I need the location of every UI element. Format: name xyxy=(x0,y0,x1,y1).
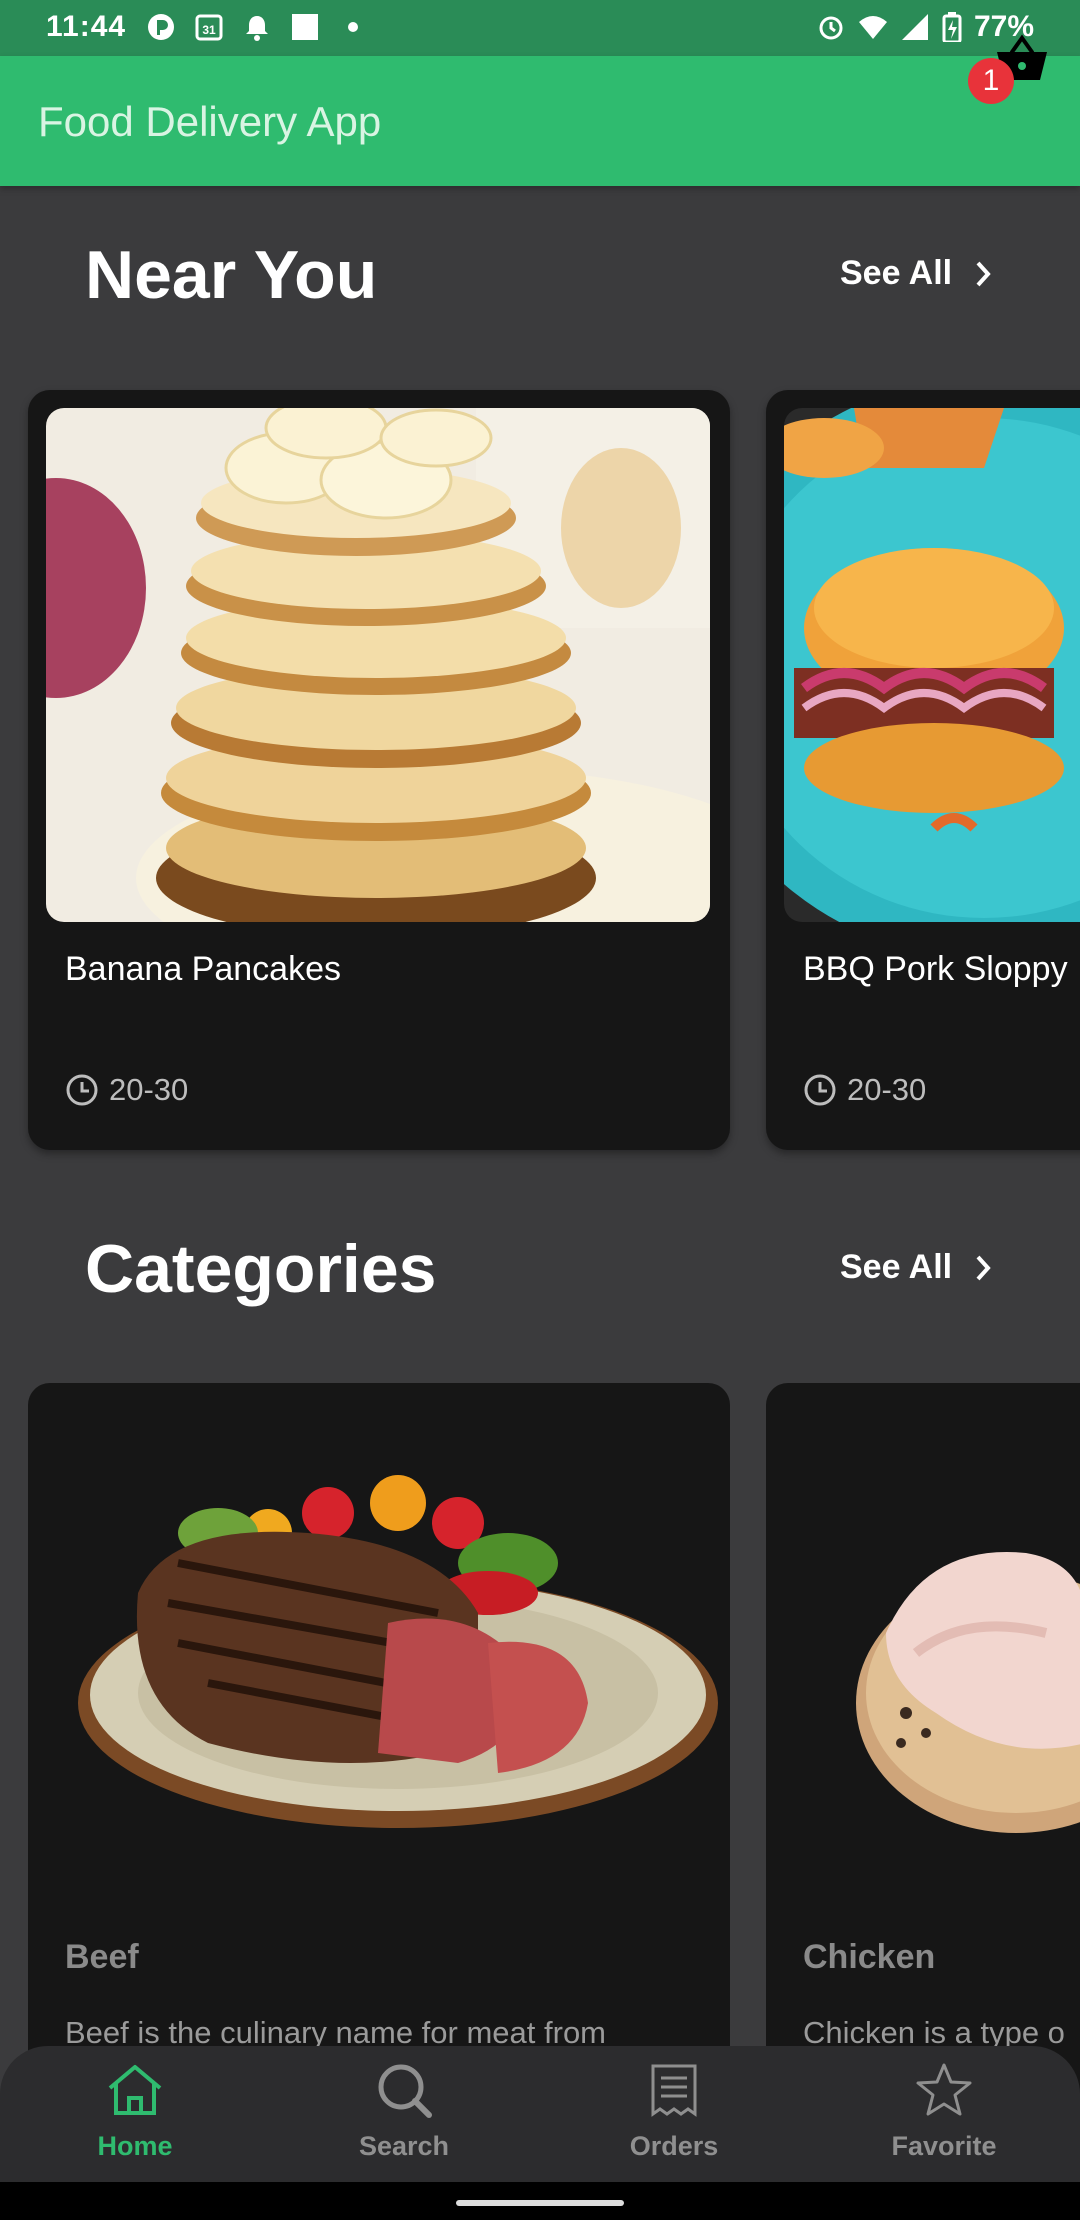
square-notification-icon xyxy=(292,14,318,40)
categories-see-all-button[interactable]: See All xyxy=(840,1248,994,1287)
status-bar: 11:44 31 77% xyxy=(0,0,1080,56)
nav-label: Search xyxy=(358,2131,450,2161)
nav-search[interactable]: Search xyxy=(304,2062,504,2162)
cart-badge: 1 xyxy=(968,58,1014,104)
clock-icon xyxy=(66,1074,98,1106)
status-time: 11:44 xyxy=(46,10,127,43)
nav-home[interactable]: Home xyxy=(35,2062,235,2162)
delivery-time: 20-30 xyxy=(65,1072,188,1108)
chevron-right-icon xyxy=(976,261,991,286)
bell-icon xyxy=(246,16,268,41)
app-bar: Food Delivery App xyxy=(0,56,1080,186)
delivery-time-value: 20-30 xyxy=(847,1072,927,1107)
home-icon xyxy=(108,2065,162,2115)
star-icon xyxy=(916,2063,972,2116)
nav-label: Orders xyxy=(629,2131,719,2161)
nav-orders[interactable]: Orders xyxy=(574,2062,774,2162)
notification-icons: 31 xyxy=(146,12,368,42)
search-icon xyxy=(378,2064,432,2118)
nav-favorite[interactable]: Favorite xyxy=(844,2062,1044,2162)
nav-label: Home xyxy=(97,2131,173,2161)
signal-icon xyxy=(901,14,928,40)
home-screen: 11:44 31 77% Food Delivery App 1 Near Yo… xyxy=(0,0,1080,2220)
category-name: Beef xyxy=(65,1938,139,1976)
category-name: Chicken xyxy=(803,1938,936,1976)
nav-label: Favorite xyxy=(891,2131,997,2161)
wifi-icon xyxy=(858,16,887,39)
dot-icon xyxy=(348,22,358,32)
categories-title: Categories xyxy=(85,1231,437,1307)
delivery-time-value: 20-30 xyxy=(109,1072,189,1107)
banana-pancakes-image xyxy=(46,408,710,922)
bottom-navigation: Home Search Orders Favorite xyxy=(0,2046,1080,2182)
near-you-title: Near You xyxy=(85,237,378,313)
delivery-time: 20-30 xyxy=(803,1072,926,1108)
battery-icon xyxy=(942,12,962,42)
calendar-icon: 31 xyxy=(195,14,223,41)
app-notification-icon xyxy=(148,14,174,40)
dish-name: BBQ Pork Sloppy xyxy=(803,950,1068,988)
chicken-image xyxy=(856,1552,1080,1833)
near-you-card-banana-pancakes[interactable]: Banana Pancakes 20-30 xyxy=(28,390,730,1150)
app-title: Food Delivery App xyxy=(38,98,382,145)
see-all-label: See All xyxy=(840,1248,953,1286)
receipt-icon xyxy=(651,2064,697,2117)
alarm-icon xyxy=(819,16,843,40)
calendar-day: 31 xyxy=(202,23,216,37)
dish-name: Banana Pancakes xyxy=(65,950,341,988)
near-you-card-bbq-pork-sloppy[interactable]: BBQ Pork Sloppy 20-30 xyxy=(766,390,1080,1150)
home-indicator[interactable] xyxy=(456,2200,624,2206)
chevron-right-icon xyxy=(976,1255,991,1280)
beef-image xyxy=(78,1475,718,1828)
see-all-label: See All xyxy=(840,254,953,292)
near-you-see-all-button[interactable]: See All xyxy=(840,254,994,293)
clock-icon xyxy=(804,1074,836,1106)
bbq-pork-sloppy-image xyxy=(784,408,1080,922)
